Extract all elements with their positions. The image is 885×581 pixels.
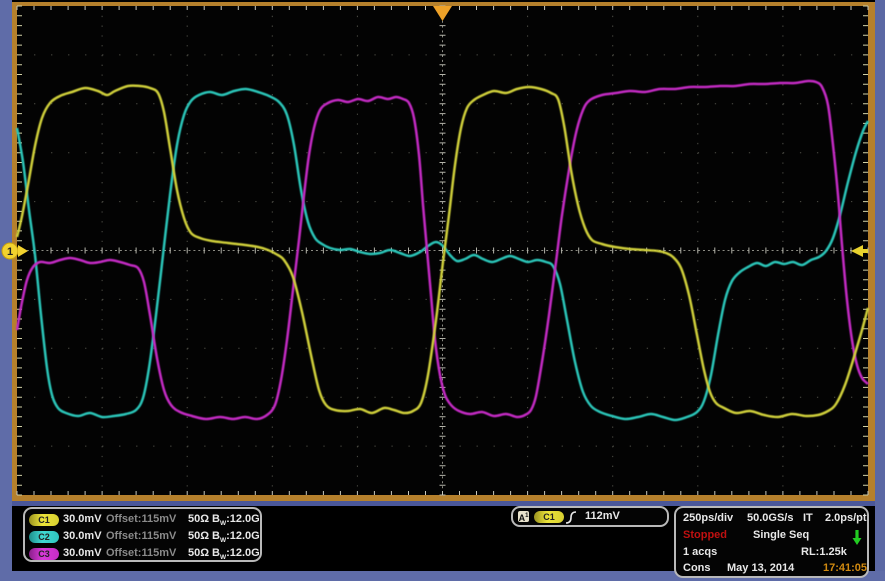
svg-text:1: 1	[7, 246, 13, 258]
